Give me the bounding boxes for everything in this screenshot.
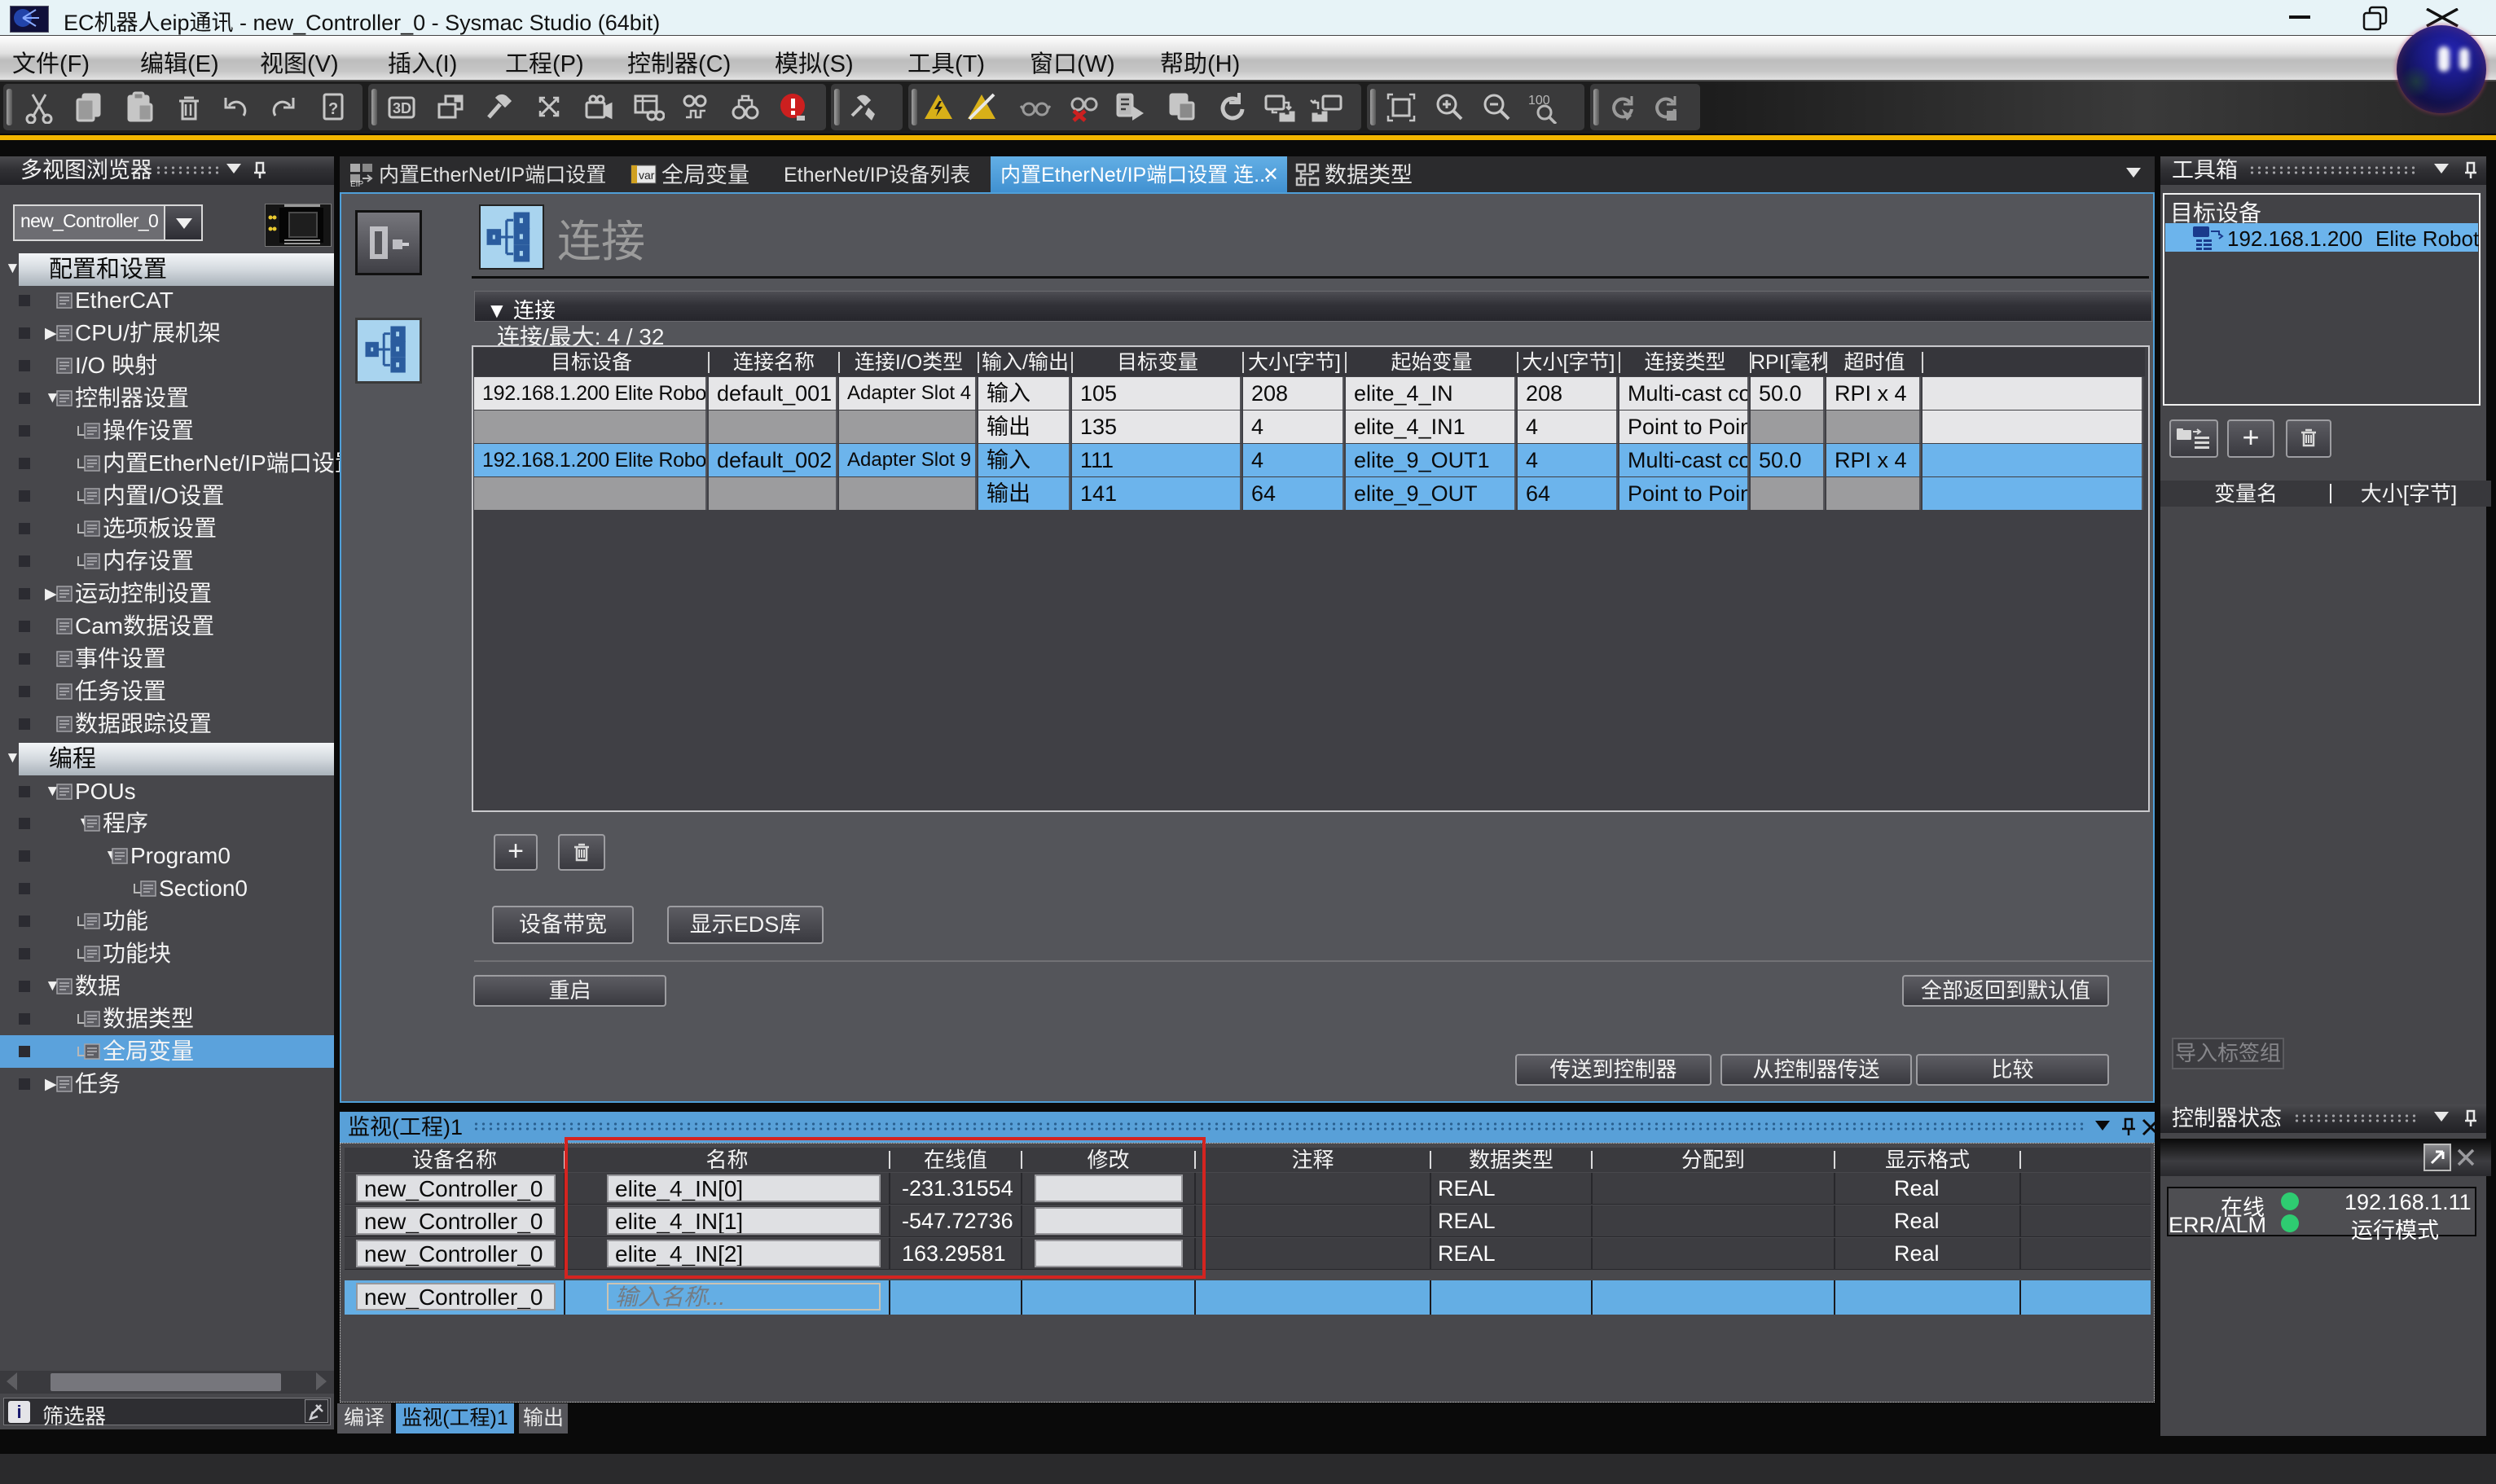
- svg-text:var: var: [639, 169, 655, 182]
- svg-text:?: ?: [328, 100, 338, 118]
- svg-text:EIP: EIP: [350, 180, 363, 187]
- svg-text:3D: 3D: [393, 100, 411, 116]
